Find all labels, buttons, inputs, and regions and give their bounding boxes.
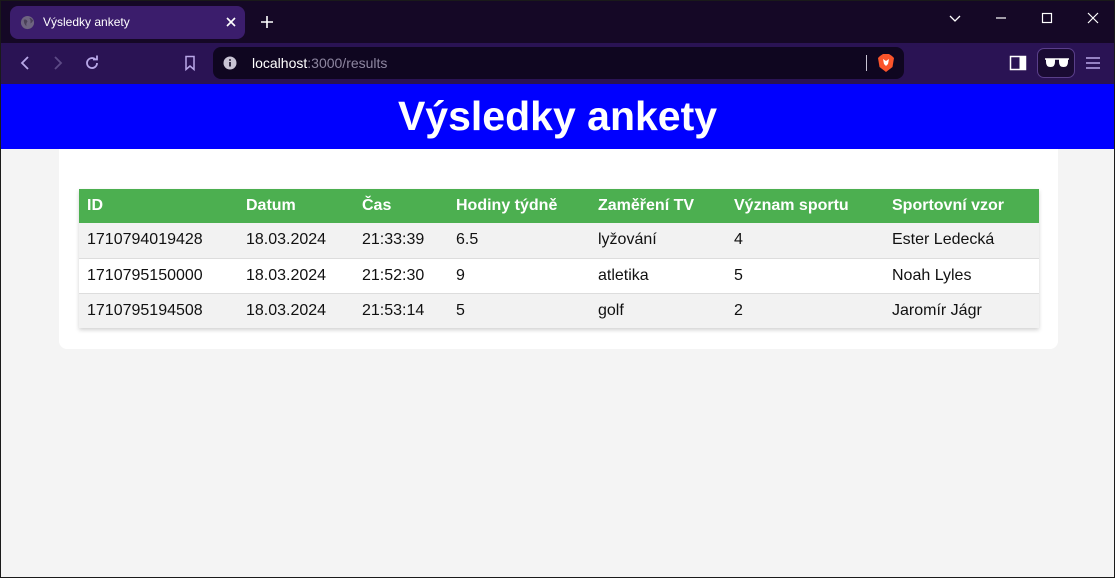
bookmark-icon[interactable] (181, 54, 199, 72)
browser-titlebar: Výsledky ankety (1, 1, 1114, 43)
cell-id: 1710794019428 (79, 223, 238, 258)
page-title: Výsledky ankety (397, 93, 718, 139)
url-host: localhost (252, 55, 308, 71)
url-text: localhost:3000/results (252, 55, 387, 71)
browser-toolbar: localhost:3000/results (1, 43, 1114, 84)
cell-role-model: Noah Lyles (884, 257, 1039, 293)
url-path: :3000/results (307, 55, 388, 71)
cell-role-model: Jaromír Jágr (884, 292, 1039, 328)
address-bar-divider (866, 55, 867, 71)
close-window-icon[interactable] (1085, 10, 1101, 26)
tab-search-chevron-icon[interactable] (947, 10, 963, 26)
column-header-date: Datum (238, 189, 354, 223)
brave-shields-icon[interactable] (877, 53, 895, 73)
cell-focus: atletika (590, 257, 726, 293)
browser-tab[interactable]: Výsledky ankety (10, 6, 245, 39)
cell-hours: 5 (448, 292, 590, 328)
cell-role-model: Ester Ledecká (884, 223, 1039, 258)
maximize-icon[interactable] (1039, 10, 1055, 26)
cell-id: 1710795194508 (79, 292, 238, 328)
back-arrow-icon[interactable] (16, 54, 34, 72)
minimize-icon[interactable] (993, 10, 1009, 26)
results-card: ID Datum Čas Hodiny týdně Zaměření TV Vý… (59, 149, 1058, 349)
reload-icon[interactable] (83, 54, 101, 72)
table-row: 1710794019428 18.03.2024 21:33:39 6.5 ly… (79, 223, 1039, 258)
cell-importance: 5 (726, 257, 884, 293)
table-row: 1710795194508 18.03.2024 21:53:14 5 golf… (79, 292, 1039, 328)
forward-arrow-icon[interactable] (49, 54, 67, 72)
address-bar[interactable]: localhost:3000/results (213, 47, 904, 79)
column-header-time: Čas (354, 189, 448, 223)
results-table: ID Datum Čas Hodiny týdně Zaměření TV Vý… (79, 189, 1039, 328)
cell-importance: 2 (726, 292, 884, 328)
globe-icon (20, 15, 35, 30)
close-tab-icon[interactable] (225, 16, 237, 28)
column-header-role-model: Sportovní vzor (884, 189, 1039, 223)
private-mode-button[interactable] (1037, 48, 1075, 78)
cell-id: 1710795150000 (79, 257, 238, 293)
sidebar-toggle-icon[interactable] (1009, 55, 1027, 71)
cell-importance: 4 (726, 223, 884, 258)
cell-hours: 6.5 (448, 223, 590, 258)
menu-icon[interactable] (1085, 56, 1101, 70)
site-info-icon[interactable] (223, 56, 237, 70)
glasses-icon (1045, 58, 1069, 67)
cell-time: 21:53:14 (354, 292, 448, 328)
cell-focus: lyžování (590, 223, 726, 258)
table-header-row: ID Datum Čas Hodiny týdně Zaměření TV Vý… (79, 189, 1039, 223)
page-header: Výsledky ankety (1, 84, 1114, 149)
cell-hours: 9 (448, 257, 590, 293)
column-header-hours: Hodiny týdně (448, 189, 590, 223)
cell-date: 18.03.2024 (238, 223, 354, 258)
column-header-id: ID (79, 189, 238, 223)
cell-date: 18.03.2024 (238, 292, 354, 328)
cell-time: 21:33:39 (354, 223, 448, 258)
cell-date: 18.03.2024 (238, 257, 354, 293)
table-row: 1710795150000 18.03.2024 21:52:30 9 atle… (79, 257, 1039, 293)
cell-time: 21:52:30 (354, 257, 448, 293)
cell-focus: golf (590, 292, 726, 328)
column-header-importance: Význam sportu (726, 189, 884, 223)
tab-title: Výsledky ankety (43, 15, 130, 29)
column-header-focus: Zaměření TV (590, 189, 726, 223)
new-tab-icon[interactable] (259, 14, 275, 30)
